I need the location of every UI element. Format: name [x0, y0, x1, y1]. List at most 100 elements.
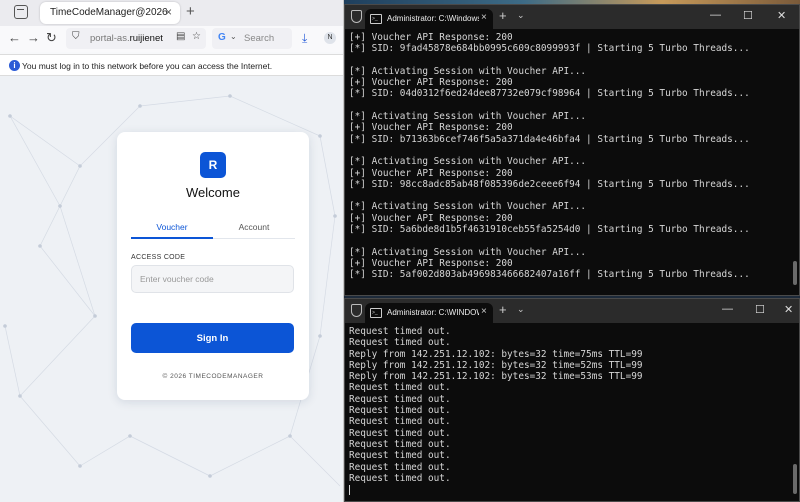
terminal-line: Reply from 142.251.12.102: bytes=32 time… [349, 371, 643, 383]
tab-list-icon[interactable] [14, 5, 28, 19]
terminal-output: Request timed out. Request timed out. Repl… [349, 326, 785, 495]
url-domain: ruijienet [129, 33, 163, 44]
browser-tab-title: TimeCodeManager@2026 [50, 7, 168, 18]
info-icon: i [9, 60, 20, 71]
reader-view-icon[interactable]: ▤ [176, 31, 185, 42]
terminal-line: Request timed out. [349, 337, 451, 349]
terminal-line: [+] Voucher API Response: 200 [349, 257, 513, 269]
url-prefix: portal-as. [90, 33, 130, 44]
terminal-line: Request timed out. [349, 461, 451, 473]
chevron-down-icon[interactable]: ⌄ [517, 10, 525, 21]
close-tab-icon[interactable]: × [481, 306, 487, 317]
terminal-line: [*] SID: 04d0312f6ed24dee87732e079cf9896… [349, 88, 750, 100]
admin-shield-icon [351, 304, 362, 317]
terminal-line: Request timed out. [349, 450, 451, 462]
copyright-footer: © 2026 TIMECODEMANAGER [162, 373, 264, 380]
terminal-line: Reply from 142.251.12.102: bytes=32 time… [349, 348, 643, 360]
terminal-line: Request timed out. [349, 382, 451, 394]
captive-portal-notice: i You must log in to this network before… [0, 54, 343, 76]
new-tab-button[interactable]: + [186, 3, 195, 20]
admin-shield-icon [351, 10, 362, 23]
terminal-line: [*] SID: 5af002d803ab4969834666824​07a16… [349, 269, 750, 281]
browser-window: TimeCodeManager@2026 × + ← → ↻ ⛉ portal-… [0, 0, 344, 502]
terminal-line: Request timed out. [349, 405, 451, 417]
terminal-tab[interactable]: >_ Administrator: C:\Windows\S × [365, 9, 493, 29]
chevron-down-icon[interactable]: ⌄ [230, 32, 237, 41]
sign-in-button[interactable]: Sign In [131, 323, 294, 353]
welcome-heading: Welcome [186, 185, 240, 200]
tab-voucher[interactable]: Voucher [131, 222, 213, 232]
download-icon[interactable]: ⤓ [302, 31, 307, 46]
browser-tab[interactable]: TimeCodeManager@2026 × [40, 2, 180, 24]
terminal-tab[interactable]: >_ Administrator: C:\WINDOWS\ × [365, 303, 493, 323]
minimize-icon[interactable]: — [710, 9, 721, 21]
maximize-icon[interactable]: ☐ [743, 9, 753, 22]
terminal-line: [+] Voucher API Response: 200 [349, 167, 513, 179]
search-placeholder: Search [244, 33, 275, 44]
terminal-line: Reply from 142.251.12.102: bytes=32 time… [349, 359, 643, 371]
google-icon: G [218, 32, 226, 43]
back-arrow-icon[interactable]: ← [8, 30, 21, 45]
notice-text: You must log in to this network before y… [22, 61, 273, 71]
terminal-line: Request timed out. [349, 427, 451, 439]
bookmark-star-icon[interactable]: ☆ [192, 31, 201, 42]
web-page: R Welcome Voucher Account ACCESS CODE Si… [0, 76, 343, 502]
browser-tab-bar: TimeCodeManager@2026 × + [0, 0, 343, 26]
terminal-line: [+] Voucher API Response: 200 [349, 122, 513, 134]
terminal-titlebar: >_ Administrator: C:\WINDOWS\ × + ⌄ — ☐ … [345, 299, 799, 323]
tab-account[interactable]: Account [213, 222, 295, 232]
terminal-titlebar: >_ Administrator: C:\Windows\S × + ⌄ — ☐… [345, 5, 799, 29]
new-tab-button[interactable]: + [499, 302, 507, 317]
brand-logo: R [200, 152, 226, 178]
browser-nav-bar: ← → ↻ ⛉ portal-as.ruijienet ▤ ☆ G ⌄ Sear… [0, 26, 343, 52]
scrollbar-thumb[interactable] [793, 261, 797, 285]
terminal-line: Request timed out. [349, 326, 451, 337]
terminal-line: [+] Voucher API Response: 200 [349, 77, 513, 89]
terminal-line: Request timed out. [349, 393, 451, 405]
url-bar[interactable]: ⛉ portal-as.ruijienet ▤ ☆ [66, 28, 206, 49]
terminal-line: [*] Activating Session with Voucher API.… [349, 156, 587, 168]
terminal-line: [*] SID: 5a6bde8d1b5f4631910ceb55fa5254d… [349, 224, 750, 236]
new-tab-button[interactable]: + [499, 8, 507, 23]
terminal-line: [*] SID: 9fad45878e684bb0995c609c8099993… [349, 43, 750, 55]
close-window-icon[interactable]: ✕ [777, 9, 786, 22]
account-avatar[interactable]: N [324, 32, 336, 44]
close-tab-icon[interactable]: × [481, 12, 487, 23]
active-tab-indicator [131, 237, 213, 239]
terminal-line: [+] Voucher API Response: 200 [349, 212, 513, 224]
terminal-prompt[interactable] [349, 484, 785, 495]
reload-icon[interactable]: ↻ [46, 30, 57, 46]
shield-icon[interactable]: ⛉ [72, 31, 80, 42]
scrollbar-thumb[interactable] [793, 464, 797, 494]
terminal-line: Request timed out. [349, 438, 451, 450]
close-tab-icon[interactable]: × [165, 5, 172, 19]
terminal-line: [*] Activating Session with Voucher API.… [349, 201, 587, 213]
terminal-window-ping[interactable]: >_ Administrator: C:\WINDOWS\ × + ⌄ — ☐ … [344, 298, 800, 502]
terminal-tab-title: Administrator: C:\WINDOWS\ [387, 308, 479, 317]
voucher-code-input[interactable] [131, 265, 294, 293]
close-window-icon[interactable]: ✕ [784, 303, 793, 316]
terminal-line: [*] SID: b71363b6cef746f5a5a371da4e46bfa… [349, 133, 750, 145]
search-box[interactable]: G ⌄ Search [212, 28, 292, 49]
maximize-icon[interactable]: ☐ [755, 303, 765, 316]
chevron-down-icon[interactable]: ⌄ [517, 304, 525, 315]
terminal-icon: >_ [370, 14, 382, 24]
terminal-line: Request timed out. [349, 472, 451, 484]
url-text: portal-as.ruijienet [90, 33, 163, 44]
terminal-line: Request timed out. [349, 416, 451, 428]
terminal-window-voucher[interactable]: >_ Administrator: C:\Windows\S × + ⌄ — ☐… [344, 4, 800, 296]
terminal-line: [+] Voucher API Response: 200 [349, 32, 513, 43]
forward-arrow-icon[interactable]: → [27, 30, 40, 45]
minimize-icon[interactable]: — [722, 303, 733, 315]
terminal-line: [*] Activating Session with Voucher API.… [349, 246, 587, 258]
login-card: R Welcome Voucher Account ACCESS CODE Si… [117, 132, 309, 400]
terminal-line: [*] Activating Session with Voucher API.… [349, 65, 587, 77]
terminal-icon: >_ [370, 308, 382, 318]
terminal-output: [+] Voucher API Response: 200 [*] SID: 9f… [349, 32, 785, 281]
access-code-label: ACCESS CODE [131, 254, 186, 261]
